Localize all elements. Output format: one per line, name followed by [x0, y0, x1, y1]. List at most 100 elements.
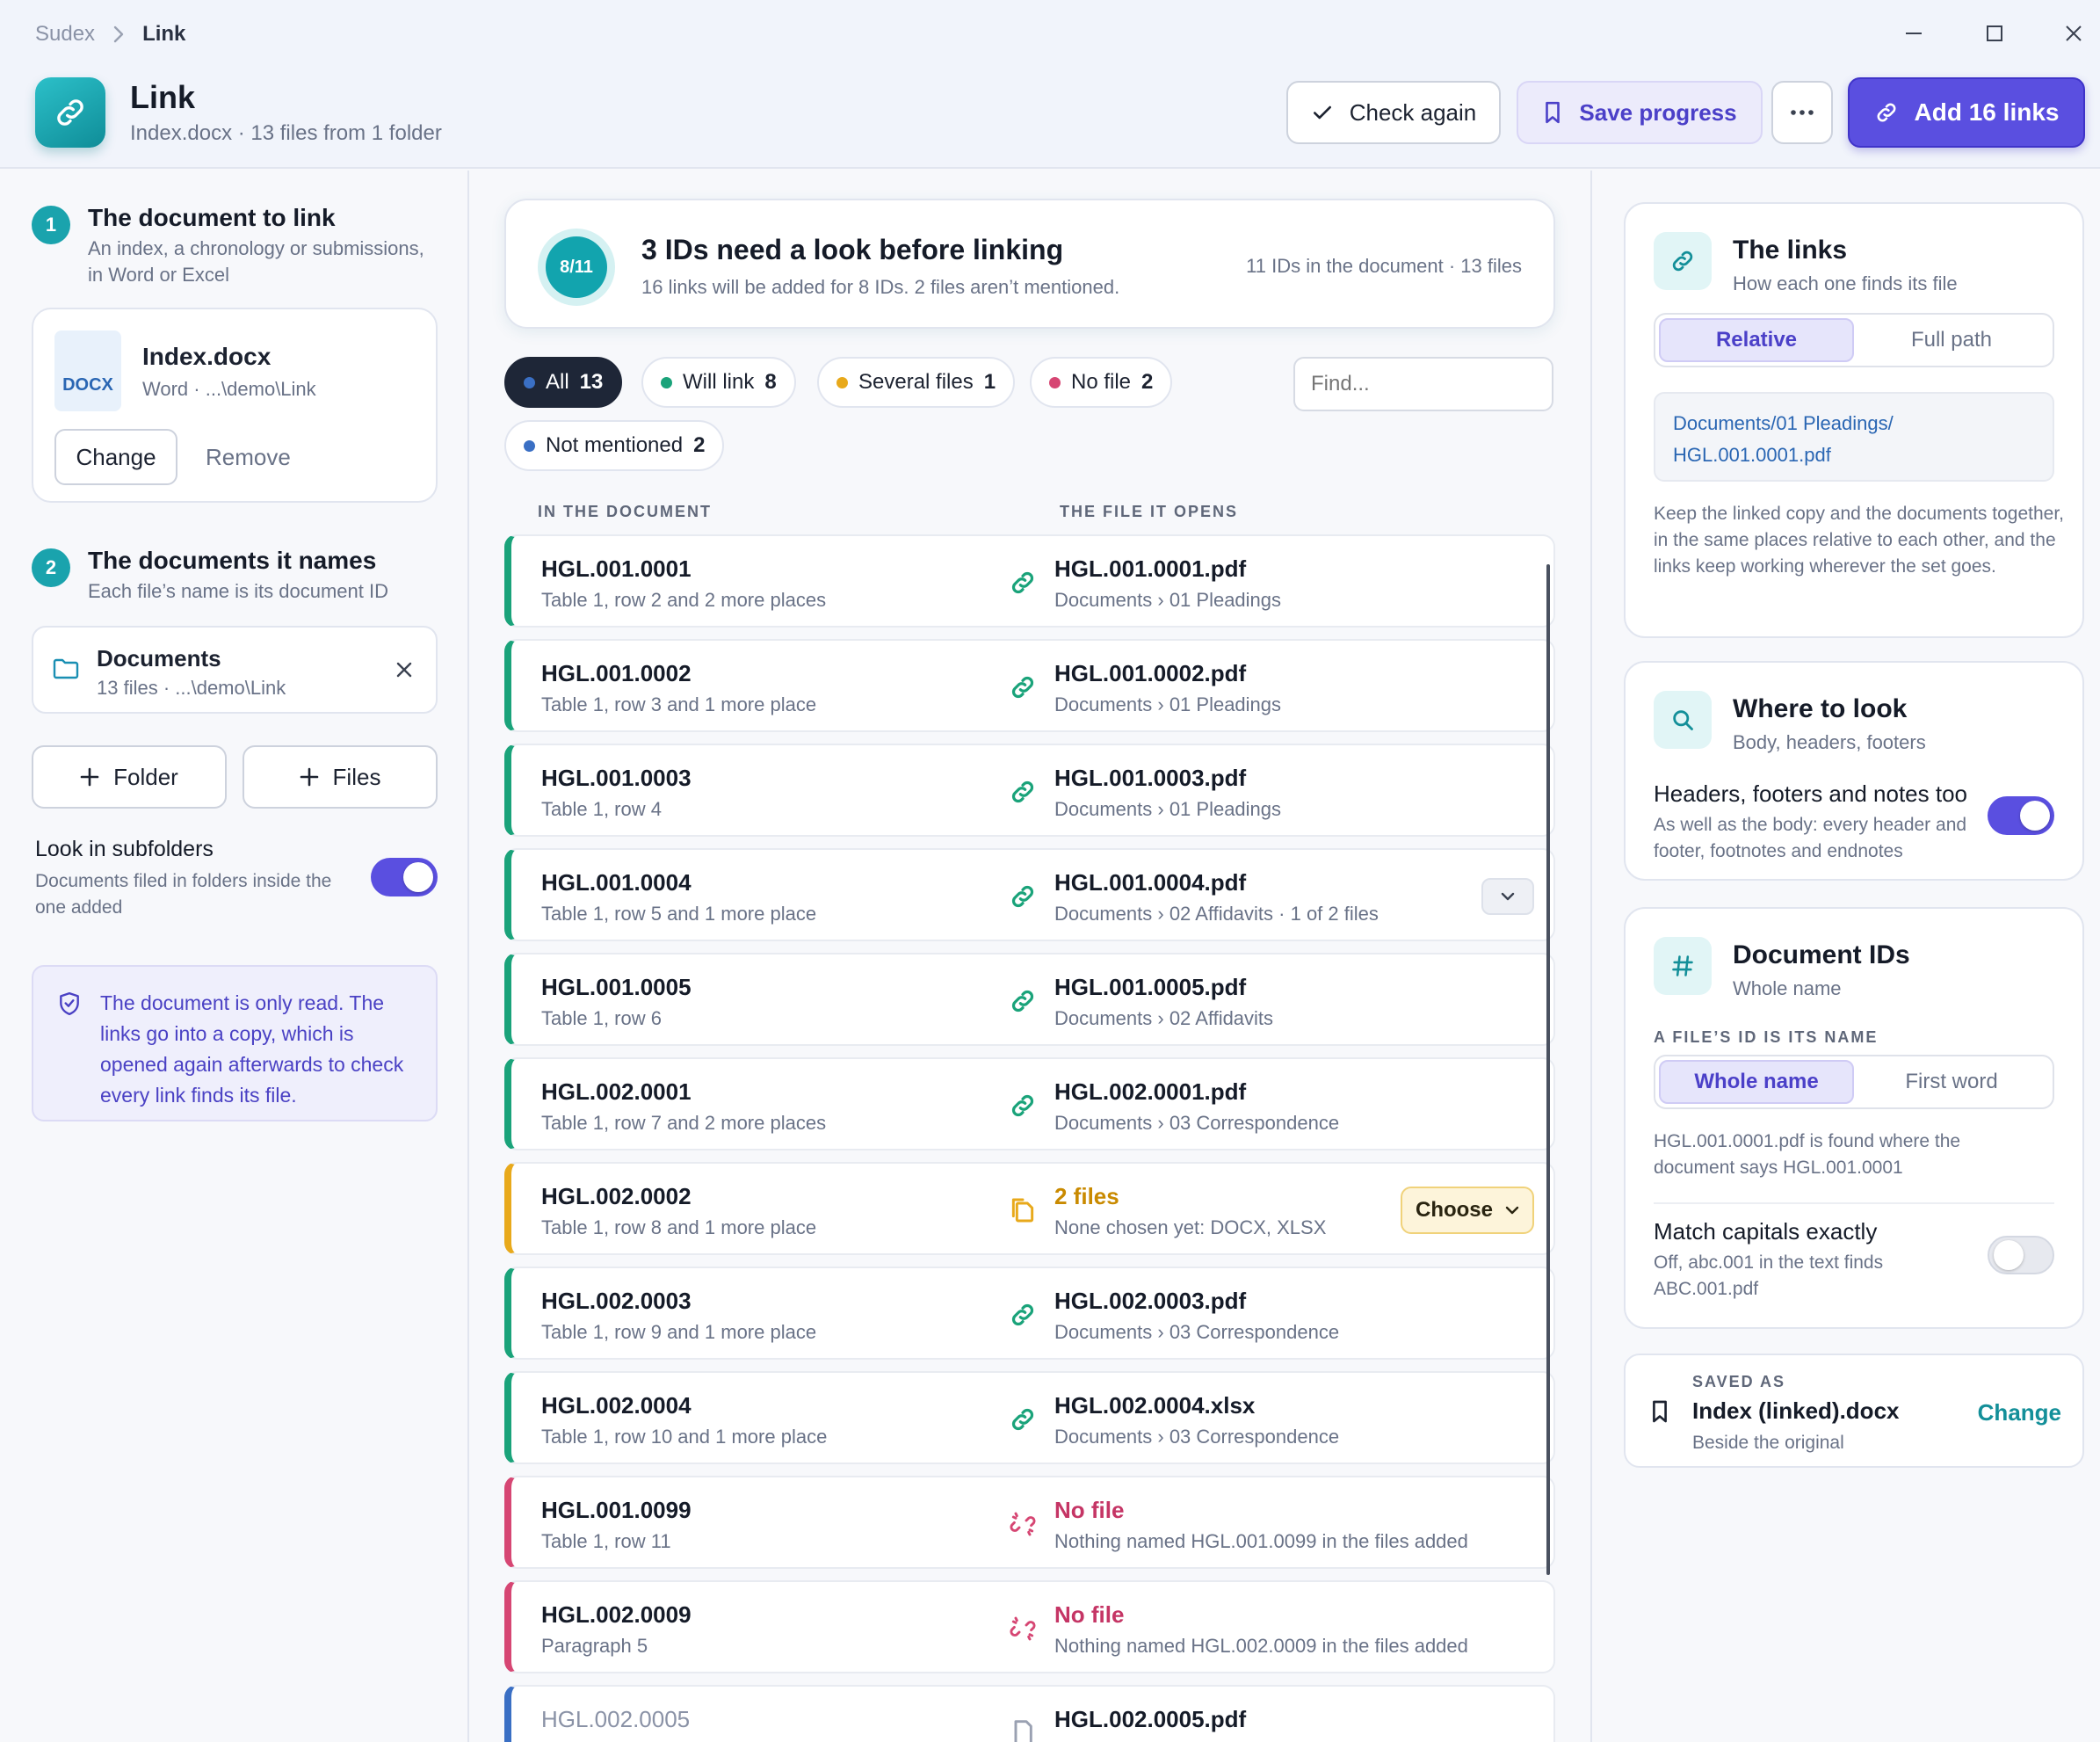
change-document-button[interactable]: Change: [54, 429, 177, 485]
broken-link-icon: [1010, 1616, 1036, 1641]
change-save-location-button[interactable]: Change: [1978, 1399, 2061, 1426]
table-row[interactable]: HGL.001.0099 Table 1, row 11 No file Nothin…: [504, 1476, 1555, 1569]
bookmark-icon: [1650, 1399, 1669, 1424]
folder-icon: [53, 657, 79, 680]
close-button[interactable]: [2047, 14, 2100, 53]
table-row[interactable]: HGL.002.0005 HGL.002.0005.pdf: [504, 1685, 1555, 1742]
row-document-id: HGL.002.0009: [541, 1601, 692, 1628]
table-row[interactable]: HGL.002.0002 Table 1, row 8 and 1 more pl…: [504, 1162, 1555, 1255]
link-type-segmented: Relative Full path: [1654, 313, 2054, 367]
add-files-button[interactable]: Files: [243, 745, 438, 809]
filter-chip-not-mentioned[interactable]: Not mentioned 2: [504, 420, 725, 471]
table-row[interactable]: HGL.001.0003 Table 1, row 4 HGL.001.0003.p…: [504, 744, 1555, 837]
table-row[interactable]: HGL.001.0001 Table 1, row 2 and 2 more pl…: [504, 534, 1555, 628]
row-status-icon: [1009, 778, 1037, 806]
choose-file-button[interactable]: Choose: [1401, 1187, 1534, 1234]
plus-icon: [300, 767, 318, 787]
where-to-look-card: Where to look Body, headers, footers Hea…: [1624, 661, 2084, 881]
row-status-icon: [1009, 1301, 1037, 1329]
step-2-title: The documents it names: [88, 547, 377, 574]
save-progress-button[interactable]: Save progress: [1517, 81, 1763, 144]
chevron-right-icon: [112, 25, 125, 44]
segment-first-word[interactable]: First word: [1854, 1060, 2049, 1104]
table-row[interactable]: HGL.002.0004 Table 1, row 10 and 1 more p…: [504, 1371, 1555, 1464]
where-to-look-subtitle: Body, headers, footers: [1733, 731, 1926, 753]
options-panel: The links How each one finds its file Re…: [1590, 171, 2100, 1742]
row-status-icon: [1009, 1196, 1037, 1224]
step-1-subtitle: An index, a chronology or submissions, i…: [88, 237, 424, 286]
notice-text: The document is only read. The links go …: [100, 991, 404, 1107]
saved-as-location: Beside the original: [1692, 1433, 1844, 1453]
more-options-button[interactable]: [1771, 81, 1833, 144]
subfolders-toggle[interactable]: [371, 858, 438, 896]
close-icon: [2066, 25, 2082, 41]
row-file-path: Documents › 01 Pleadings: [1054, 798, 1282, 820]
progress-ring: 8/11: [538, 229, 615, 306]
row-document-id: HGL.001.0004: [541, 869, 692, 896]
summary-title: 3 IDs need a look before linking: [641, 234, 1064, 265]
saved-as-filename: Index (linked).docx: [1692, 1397, 1900, 1424]
filter-chip-no-file[interactable]: No file 2: [1030, 357, 1173, 408]
row-file-name: HGL.001.0003.pdf: [1054, 765, 1247, 791]
list-scrollbar[interactable]: [1546, 564, 1550, 1575]
check-icon: [1313, 105, 1331, 120]
breadcrumb-root[interactable]: Sudex: [35, 22, 95, 47]
segment-whole-name[interactable]: Whole name: [1659, 1060, 1854, 1104]
add-folder-button[interactable]: Folder: [32, 745, 227, 809]
column-header-file: THE FILE IT OPENS: [1060, 503, 1239, 520]
link-icon: [1011, 676, 1034, 699]
subfolders-description: Documents filed in folders inside the on…: [35, 871, 332, 918]
search-input[interactable]: [1293, 357, 1553, 411]
saved-as-caption: SAVED AS: [1692, 1373, 1786, 1390]
row-document-id: HGL.002.0005: [541, 1706, 691, 1732]
minimize-button[interactable]: [1887, 14, 1940, 53]
filter-chip-all[interactable]: All 13: [504, 357, 623, 408]
table-row[interactable]: HGL.001.0005 Table 1, row 6 HGL.001.0005.p…: [504, 953, 1555, 1046]
file-dropdown-button[interactable]: [1481, 878, 1534, 915]
table-row[interactable]: HGL.002.0009 Paragraph 5 No file Nothing na…: [504, 1580, 1555, 1673]
headers-footers-label: Headers, footers and notes too: [1654, 780, 1968, 807]
match-capitals-description: Off, abc.001 in the text finds ABC.001.p…: [1654, 1252, 1884, 1299]
filter-dot: [524, 376, 535, 388]
summary-stats: 11 IDs in the document · 13 files: [1246, 255, 1522, 277]
row-file-path: Documents › 02 Affidavits · 1 of 2 files: [1054, 903, 1379, 925]
column-header-document: IN THE DOCUMENT: [538, 503, 712, 520]
row-location: Table 1, row 9 and 1 more place: [541, 1321, 817, 1343]
segment-relative[interactable]: Relative: [1659, 318, 1854, 362]
row-location: Table 1, row 7 and 2 more places: [541, 1112, 827, 1134]
minimize-icon: [1906, 33, 1922, 34]
table-row[interactable]: HGL.001.0002 Table 1, row 3 and 1 more pl…: [504, 639, 1555, 732]
document-meta: Word · ...\demo\Link: [142, 378, 316, 400]
link-icon: [1654, 232, 1712, 290]
document-name: Index.docx: [142, 343, 272, 370]
remove-folder-icon[interactable]: [395, 661, 413, 679]
divider: [1654, 1202, 2054, 1204]
row-file-name: HGL.002.0003.pdf: [1054, 1288, 1247, 1314]
filter-chip-will-link[interactable]: Will link 8: [641, 357, 796, 408]
match-capitals-toggle[interactable]: [1988, 1236, 2054, 1274]
setup-panel: 1 The document to link An index, a chron…: [0, 171, 469, 1742]
link-icon: [1877, 103, 1895, 122]
link-icon: [1011, 571, 1034, 594]
check-again-button[interactable]: Check again: [1286, 81, 1501, 144]
row-status-icon: [1009, 1092, 1037, 1120]
links-card: The links How each one finds its file Re…: [1624, 202, 2084, 638]
link-icon: [1011, 1094, 1034, 1117]
row-file-name: HGL.001.0005.pdf: [1054, 974, 1247, 1000]
filter-chip-several-files[interactable]: Several files 1: [817, 357, 1016, 408]
link-icon: [1011, 1303, 1034, 1326]
remove-document-button[interactable]: Remove: [206, 429, 291, 485]
filter-dot: [661, 376, 672, 388]
step-1-title: The document to link: [88, 204, 336, 231]
row-status-icon: [1009, 673, 1037, 701]
table-row[interactable]: HGL.001.0004 Table 1, row 5 and 1 more pl…: [504, 848, 1555, 941]
add-links-button[interactable]: Add 16 links: [1848, 77, 2085, 148]
table-row[interactable]: HGL.002.0001 Table 1, row 7 and 2 more pl…: [504, 1057, 1555, 1150]
row-document-id: HGL.002.0001: [541, 1078, 692, 1105]
links-card-subtitle: How each one finds its file: [1733, 272, 1958, 294]
maximize-button[interactable]: [1968, 14, 2021, 53]
table-row[interactable]: HGL.002.0003 Table 1, row 9 and 1 more pl…: [504, 1267, 1555, 1360]
headers-footers-toggle[interactable]: [1988, 796, 2054, 835]
segment-full-path[interactable]: Full path: [1854, 318, 2049, 362]
row-file-name: HGL.001.0002.pdf: [1054, 660, 1247, 686]
